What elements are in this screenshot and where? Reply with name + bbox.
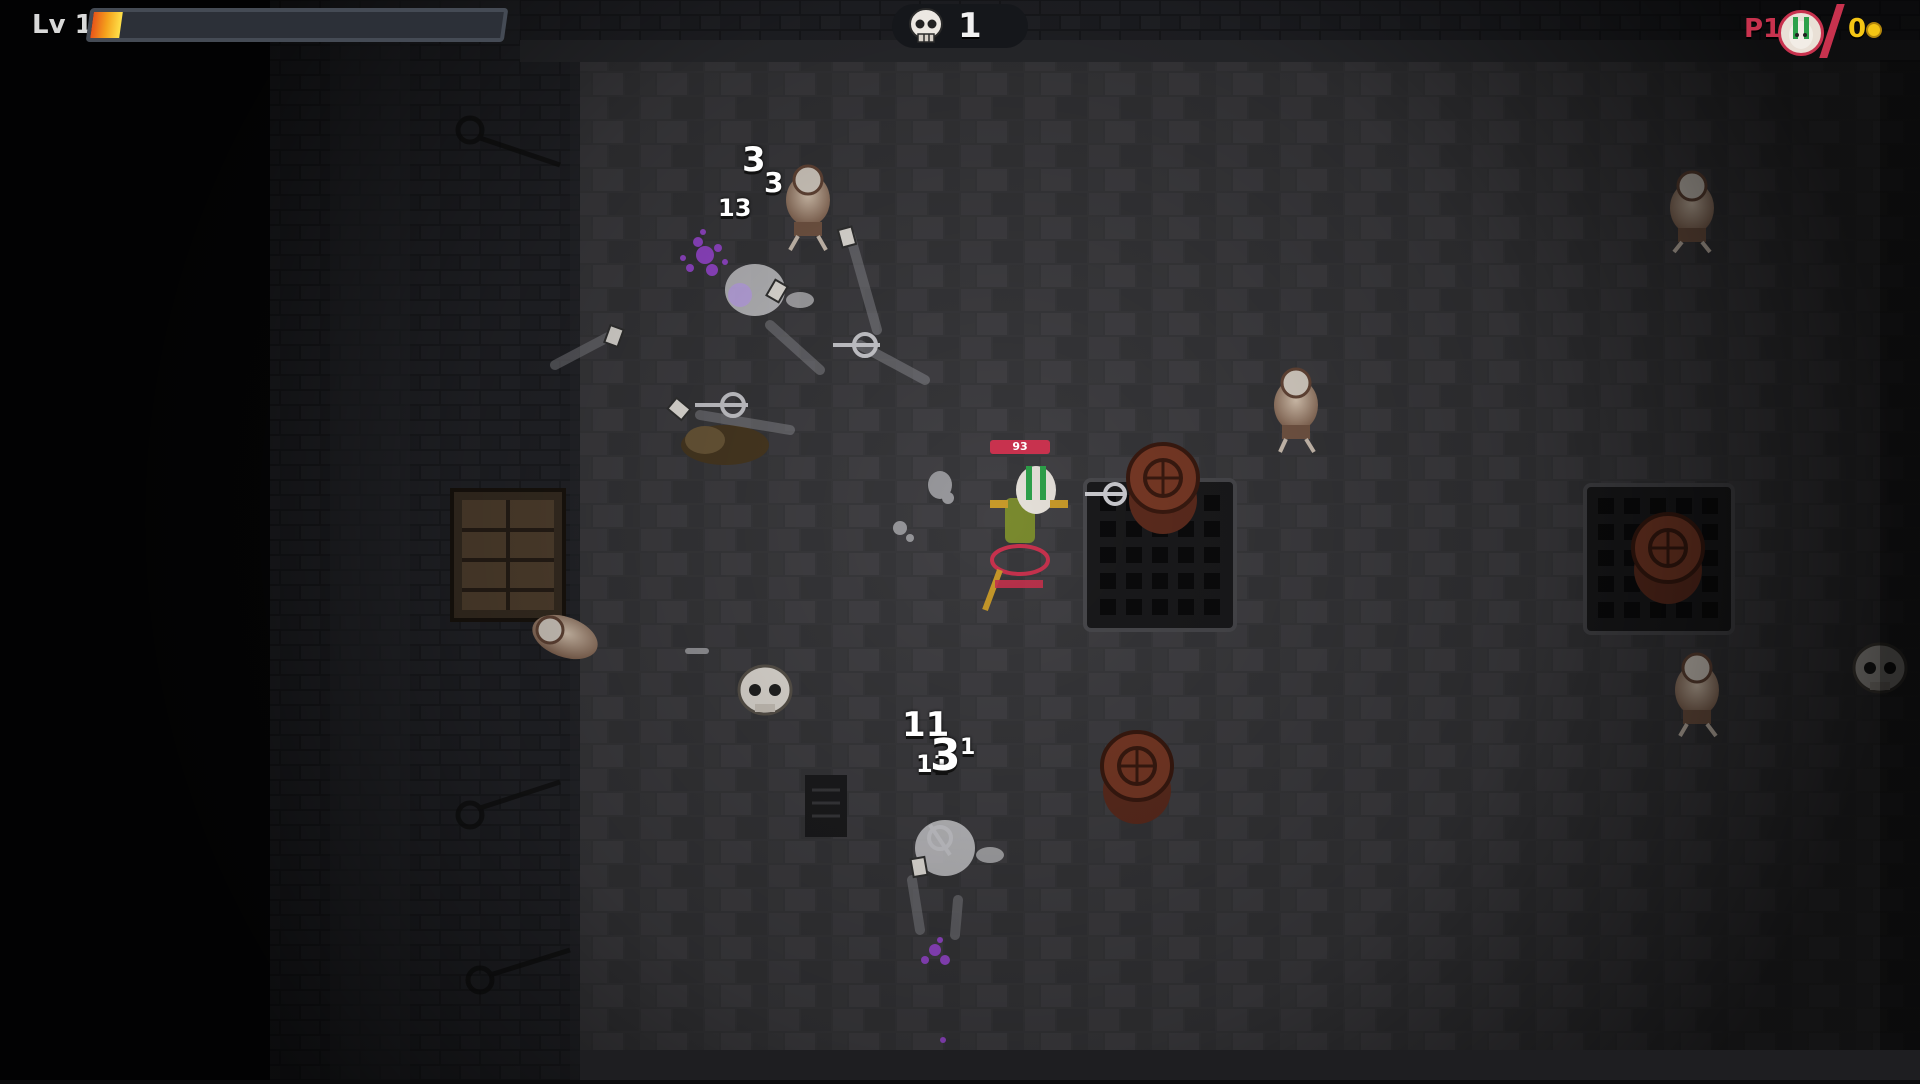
game-viewport[interactable] bbox=[0, 0, 1920, 1080]
damage-number: 3 bbox=[930, 730, 961, 781]
skull-icon bbox=[909, 8, 943, 43]
xp-bar-fill bbox=[90, 12, 123, 38]
level-label: Lv 1 bbox=[32, 10, 93, 40]
player-one-label: P1 bbox=[1744, 14, 1782, 44]
damage-number: 13 bbox=[718, 194, 752, 222]
player-portrait-icon bbox=[1789, 17, 1813, 49]
damage-number: 3 bbox=[764, 166, 784, 199]
gold-count: 0 bbox=[1848, 14, 1867, 44]
kill-count-value: 1 bbox=[958, 6, 982, 46]
dungeon-map bbox=[0, 0, 1920, 1080]
damage-number: 3 bbox=[742, 140, 766, 180]
kill-counter: 1 bbox=[892, 4, 1028, 48]
player-health-label: 93 bbox=[990, 440, 1050, 454]
gold-coin-icon bbox=[1866, 22, 1882, 38]
xp-bar bbox=[85, 8, 509, 42]
damage-number: 1 bbox=[960, 735, 976, 760]
player-avatar bbox=[1778, 10, 1824, 56]
